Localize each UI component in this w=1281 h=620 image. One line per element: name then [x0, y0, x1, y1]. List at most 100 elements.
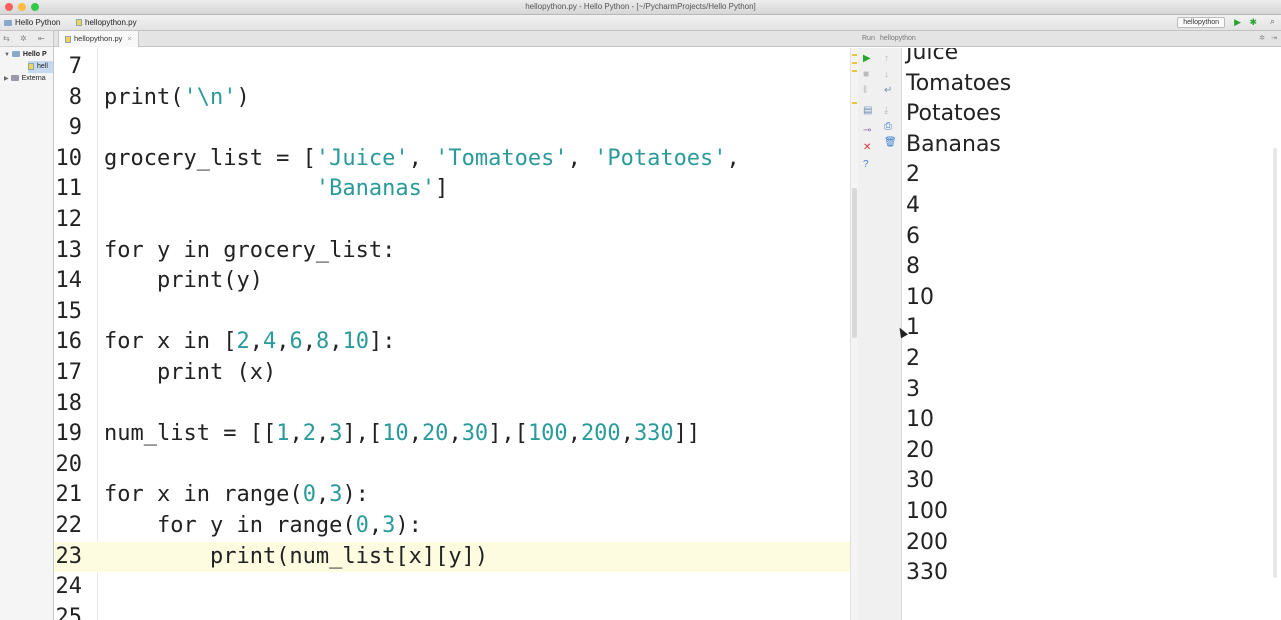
code-text: 'Bananas'] [104, 174, 448, 205]
run-configuration-select[interactable]: hellopython [1177, 17, 1225, 28]
scroll-end-icon[interactable]: ⤓ [884, 106, 888, 116]
pause-icon[interactable]: ‖ [863, 86, 867, 96]
code-token: print(num_list[x][y]) [104, 543, 489, 569]
stop-icon[interactable]: ■ [863, 70, 869, 80]
code-line[interactable]: 25 [54, 603, 850, 620]
breadcrumb-file-label: hellopython.py [85, 18, 137, 27]
close-icon[interactable]: × [127, 34, 131, 43]
help-icon[interactable]: ? [863, 160, 869, 170]
code-line[interactable]: 7 [54, 52, 850, 83]
code-text: grocery_list = ['Juice', 'Tomatoes', 'Po… [104, 144, 740, 175]
line-number: 24 [55, 574, 83, 600]
settings-icon[interactable]: ✲ [20, 34, 27, 43]
console-output-line: 8 [906, 254, 920, 280]
console-output-line: 20 [906, 437, 934, 463]
number-token: 100 [527, 421, 568, 447]
code-token: for y in range( [104, 512, 356, 538]
console-output-line: Tomatoes [906, 70, 1012, 96]
line-number: 22 [55, 512, 83, 538]
line-number: 21 [55, 482, 83, 508]
editor-scrollbar[interactable] [850, 48, 858, 620]
code-line[interactable]: 20 [54, 450, 850, 481]
code-token: , [315, 421, 330, 447]
code-line[interactable]: 12 [54, 205, 850, 236]
code-line[interactable]: 21 for x in range(0,3): [54, 480, 850, 511]
line-number: 8 [68, 84, 82, 110]
console-output-line: Bananas [906, 131, 1001, 157]
tree-item-project-root[interactable]: ▼ Hello P [4, 49, 47, 61]
soft-wrap-icon[interactable]: ↵ [884, 86, 892, 96]
collapse-icon[interactable]: ⇤ [38, 34, 45, 43]
console-output-line: 30 [906, 468, 934, 494]
code-line[interactable]: 8 print('\n') [54, 83, 850, 114]
code-line[interactable]: 13 for y in grocery_list: [54, 236, 850, 267]
down-icon[interactable]: ↓ [884, 70, 889, 80]
number-token: 4 [262, 329, 277, 355]
code-text: print(y) [104, 266, 263, 297]
search-icon[interactable]: ⌕ [1270, 16, 1275, 27]
breadcrumb-project[interactable]: Hello Python [4, 18, 60, 27]
code-line[interactable]: 16 for x in [2,4,6,8,10]: [54, 327, 850, 358]
code-token: print(y) [104, 268, 263, 294]
string-token: 'Potatoes' [594, 145, 727, 171]
code-line[interactable]: 19 num_list = [[1,2,3],[10,20,30],[100,20… [54, 419, 850, 450]
number-token: 2 [236, 329, 250, 355]
rerun-icon[interactable]: ▶ [863, 54, 871, 64]
folder-icon [11, 51, 20, 58]
code-line[interactable]: 24 [54, 572, 850, 603]
warning-marker[interactable] [852, 54, 857, 56]
close-icon[interactable]: ✕ [863, 143, 871, 153]
number-token: 2 [302, 421, 316, 447]
code-line[interactable]: 18 [54, 389, 850, 420]
tab-hellopython[interactable]: hellopython.py × [58, 31, 139, 47]
code-token: , [249, 329, 263, 355]
code-line[interactable]: 23 print(num_list[x][y]) [54, 541, 850, 573]
line-number: 20 [55, 451, 83, 477]
breadcrumb-file[interactable]: hellopython.py [76, 18, 137, 27]
run-icon[interactable]: ▶ [1234, 17, 1241, 28]
string-token: 'Tomatoes' [435, 145, 568, 171]
code-line[interactable]: 10 grocery_list = ['Juice', 'Tomatoes', '… [54, 144, 850, 175]
code-line[interactable]: 11 'Bananas'] [54, 174, 850, 205]
string-token: 'Juice' [315, 145, 409, 171]
code-line[interactable]: 9 [54, 113, 850, 144]
layout-icon[interactable]: ▤ [863, 106, 872, 116]
code-text: num_list = [[1,2,3],[10,20,30],[100,200,… [104, 419, 700, 450]
trash-icon[interactable]: 🗑 [884, 138, 897, 148]
console-output-line: 1 [906, 315, 920, 341]
string-token: '\n' [183, 84, 237, 110]
code-line[interactable]: 15 [54, 297, 850, 328]
code-editor[interactable]: 7 8 print('\n') 9 10 grocery_list = ['Juice',… [54, 48, 850, 620]
hide-panel-icon[interactable]: ⇥ [1271, 31, 1277, 47]
tree-item-external-libraries[interactable]: ▶ Externa [4, 73, 46, 85]
editor-scroll-thumb[interactable] [852, 188, 857, 338]
line-number: 12 [55, 206, 83, 232]
sync-icon[interactable]: ⇆ [3, 34, 10, 43]
run-tab-label[interactable]: hellopython [880, 31, 916, 47]
code-line[interactable]: 17 print (x) [54, 358, 850, 389]
tree-item-file[interactable]: hell [28, 61, 53, 73]
warning-marker[interactable] [852, 62, 857, 64]
gear-icon[interactable]: ✲ [1259, 31, 1265, 47]
code-token: , [448, 421, 462, 447]
code-line[interactable]: 14 print(y) [54, 266, 850, 297]
console-output-line: 3 [906, 376, 920, 402]
pin-icon[interactable]: ⊸ [863, 126, 871, 136]
up-icon[interactable]: ↑ [884, 54, 889, 64]
code-text: print('\n') [104, 83, 250, 114]
code-token: for x in [ [104, 329, 237, 355]
console-scrollbar[interactable] [1273, 148, 1277, 578]
code-token: grocery_list = [ [104, 145, 316, 171]
run-console-output[interactable]: Juice Tomatoes Potatoes Bananas 2 4 6 8 10 1 2 3 10 2… [902, 48, 1281, 620]
run-toolbar: ▶ ■ ‖ ▤ ⊸ ✕ ? ↑ ↓ ↵ ⤓ ⎙ 🗑 [858, 48, 902, 620]
project-tool-window: ⇆ ✲ ⇤ ▼ Hello P hell ▶ Externa [0, 31, 54, 620]
print-icon[interactable]: ⎙ [884, 122, 892, 132]
warning-marker[interactable] [852, 102, 857, 104]
warning-marker[interactable] [852, 70, 857, 72]
debug-icon[interactable]: ✱ [1249, 17, 1257, 28]
number-token: 8 [315, 329, 330, 355]
number-token: 0 [302, 482, 316, 508]
number-token: 330 [633, 421, 674, 447]
code-token: ): [342, 482, 369, 508]
code-line[interactable]: 22 for y in range(0,3): [54, 511, 850, 542]
